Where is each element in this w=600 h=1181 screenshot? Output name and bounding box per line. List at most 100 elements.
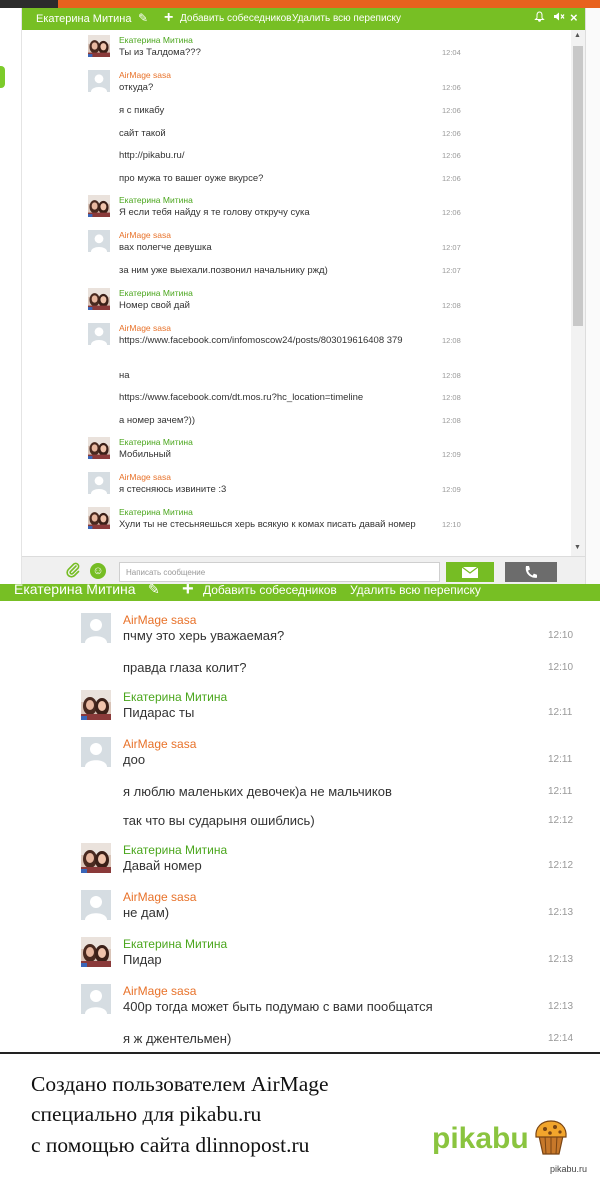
message-text: вах полегче девушка (119, 242, 212, 253)
message-author[interactable]: AirMage sasa (123, 890, 196, 904)
message-text: я ж джентельмен) (123, 1030, 232, 1046)
message-author[interactable]: AirMage sasa (119, 230, 171, 240)
avatar[interactable] (81, 736, 111, 767)
message-time: 12:14 (548, 1032, 574, 1044)
smiley-icon[interactable]: ☺ (90, 563, 106, 579)
credit-line-2: специально для pikabu.ru (31, 1102, 262, 1126)
chat-header: Екатерина Митина ✎ + Добавить собеседник… (22, 8, 585, 30)
avatar[interactable] (88, 472, 110, 494)
contact-name[interactable]: Екатерина Митина (14, 584, 136, 597)
message-author[interactable]: AirMage sasa (123, 613, 196, 627)
message-time: 12:08 (442, 370, 461, 380)
contact-name[interactable]: Екатерина Митина (36, 13, 132, 25)
message-text: пчму это херь уважаемая? (123, 628, 285, 643)
speaker-mute-icon[interactable] (553, 11, 565, 25)
edit-icon[interactable]: ✎ (138, 11, 148, 25)
avatar[interactable] (88, 437, 110, 459)
message-list: Екатерина Митина Ты из Талдома??? 12:04 Air… (22, 30, 571, 556)
default-avatar (88, 230, 110, 252)
message-input[interactable]: Написать сообщение (119, 562, 440, 582)
user-photo-avatar (81, 689, 111, 720)
default-avatar (88, 70, 110, 92)
message-author[interactable]: Екатерина Митина (119, 35, 193, 45)
avatar[interactable] (81, 842, 111, 873)
scrollbar-thumb[interactable] (573, 46, 583, 326)
plus-icon[interactable]: + (182, 584, 194, 601)
message-text: Ты из Талдома??? (119, 47, 201, 58)
credits-footer: Создано пользователем AirMage специально… (0, 1052, 600, 1181)
message-time: 12:06 (442, 128, 461, 138)
message-text: https://www.facebook.com/dt.mos.ru?hc_lo… (119, 392, 364, 403)
avatar[interactable] (88, 287, 110, 310)
message-text: 400р тогда может быть подумаю с вами поо… (123, 998, 433, 1014)
delete-history-button[interactable]: Удалить всю переписку (292, 13, 401, 24)
message-time: 12:06 (442, 173, 461, 183)
composer: ☺ Написать сообщение (22, 556, 585, 584)
avatar[interactable] (81, 936, 111, 967)
avatar[interactable] (88, 70, 110, 92)
message-author[interactable]: Екатерина Митина (119, 195, 193, 205)
scroll-down-icon[interactable]: ▼ (574, 544, 581, 551)
avatar[interactable] (88, 230, 110, 252)
message-author[interactable]: AirMage sasa (119, 70, 171, 80)
message-text: Я если тебя найду я те голову откручу су… (119, 207, 310, 218)
avatar[interactable] (88, 35, 110, 57)
plus-icon[interactable]: + (164, 9, 173, 27)
message-author[interactable]: Екатерина Митина (123, 690, 227, 704)
message-time: 12:11 (548, 753, 573, 765)
message-time: 12:04 (442, 48, 461, 57)
default-avatar (81, 613, 111, 643)
chat-window-large: Екатерина Митина ✎ + Добавить собеседник… (0, 584, 600, 1052)
message-time: 12:06 (442, 106, 461, 115)
message-author[interactable]: AirMage sasa (119, 472, 171, 482)
message-time: 12:08 (442, 335, 461, 345)
avatar[interactable] (81, 613, 111, 643)
side-tab[interactable] (0, 66, 5, 88)
avatar[interactable] (81, 689, 111, 720)
message-author[interactable]: Екатерина Митина (123, 937, 227, 951)
call-button[interactable] (505, 562, 557, 582)
edit-icon[interactable]: ✎ (148, 584, 160, 598)
message-text: сайт такой (119, 127, 166, 139)
avatar[interactable] (88, 507, 110, 529)
avatar[interactable] (88, 322, 110, 345)
message-author[interactable]: AirMage sasa (123, 737, 196, 751)
message-text: Мобильный (119, 449, 171, 460)
message-time: 12:11 (548, 785, 573, 797)
message-time: 12:08 (442, 393, 461, 402)
add-participants-button[interactable]: Добавить собеседников (203, 584, 337, 597)
message-text: Хули ты не стесьняешься херь всякую к ко… (119, 519, 416, 530)
message-time: 12:10 (548, 662, 574, 673)
add-participants-button[interactable]: Добавить собеседников (180, 13, 291, 24)
avatar[interactable] (81, 889, 111, 920)
message-time: 12:06 (442, 208, 461, 217)
scrollbar[interactable]: ▲ ▼ (571, 30, 585, 556)
message-author[interactable]: Екатерина Митина (119, 288, 193, 298)
message-text: не дам) (123, 904, 170, 920)
pikabu-logo: pikabu pikabu (429, 1119, 567, 1158)
message-time: 12:09 (442, 485, 461, 494)
scroll-up-icon[interactable]: ▲ (574, 32, 581, 39)
message-time: 12:06 (442, 151, 461, 160)
close-icon[interactable]: × (570, 10, 578, 25)
user-photo-avatar (88, 287, 110, 310)
avatar[interactable] (81, 983, 111, 1014)
message-author[interactable]: Екатерина Митина (123, 843, 227, 857)
delete-history-button[interactable]: Удалить всю переписку (350, 584, 481, 597)
user-photo-avatar (81, 842, 111, 873)
paperclip-icon[interactable] (66, 562, 80, 581)
message-author[interactable]: Екатерина Митина (119, 437, 193, 447)
message-author[interactable]: Екатерина Митина (119, 507, 193, 517)
message-author[interactable]: AirMage sasa (123, 984, 196, 998)
message-time: 12:13 (548, 1000, 574, 1012)
envelope-icon (461, 566, 479, 578)
send-button[interactable] (446, 562, 494, 582)
avatar[interactable] (88, 195, 110, 217)
message-time: 12:10 (548, 630, 574, 641)
bell-icon[interactable] (534, 11, 545, 25)
message-text: на (119, 369, 130, 381)
message-text: http://pikabu.ru/ (119, 150, 185, 161)
message-author[interactable]: AirMage sasa (119, 323, 171, 333)
message-time: 12:09 (442, 450, 461, 459)
default-avatar (81, 983, 111, 1014)
